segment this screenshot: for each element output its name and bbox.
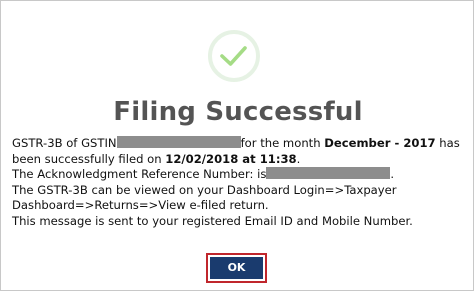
message-line-2: been successfully filed on 12/02/2018 at… bbox=[12, 152, 474, 168]
message-text: been successfully filed on bbox=[12, 151, 166, 166]
checkmark-icon bbox=[220, 46, 247, 66]
message-line-5: Dashboard=>Returns=>View e-filed return. bbox=[12, 198, 269, 213]
arn-redacted bbox=[266, 167, 391, 180]
gstin-label: GSTR-3B of GSTIN bbox=[12, 136, 117, 150]
message-line-3: The Acknowledgment Reference Number: is. bbox=[12, 167, 474, 183]
dialog-message: GSTR-3B of GSTIN for the month December -… bbox=[12, 136, 474, 230]
month-label: for the month bbox=[240, 136, 325, 150]
checkmark-circle-icon bbox=[208, 30, 260, 82]
message-text: has bbox=[435, 136, 460, 150]
message-text: . bbox=[390, 167, 395, 182]
ok-button[interactable]: OK bbox=[210, 257, 263, 279]
arn-label: The Acknowledgment Reference Number: is bbox=[12, 167, 267, 182]
message-text: . bbox=[296, 151, 301, 166]
filing-datetime: 12/02/2018 at 11:38 bbox=[165, 151, 297, 166]
message-line-4: The GSTR-3B can be viewed on your Dashbo… bbox=[12, 182, 397, 197]
message-line-1: GSTR-3B of GSTIN for the month December -… bbox=[12, 136, 474, 152]
gstin-redacted bbox=[116, 136, 241, 148]
dialog-title: Filing Successful bbox=[113, 97, 363, 127]
ok-button-focus-outline: OK bbox=[206, 253, 267, 283]
message-line-6: This message is sent to your registered … bbox=[12, 213, 413, 228]
filing-success-dialog: Filing Successful GSTR-3B of GSTIN for th… bbox=[0, 0, 474, 291]
filing-month: December - 2017 bbox=[324, 136, 436, 150]
